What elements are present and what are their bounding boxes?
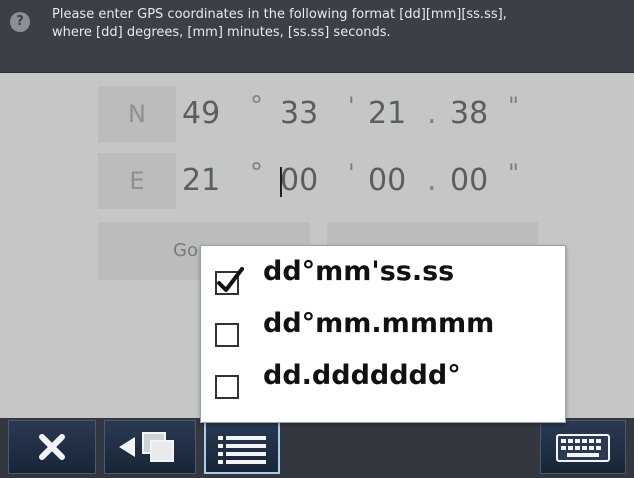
help-icon[interactable]: ? xyxy=(10,12,30,32)
format-option-label: dd°mm.mmmm xyxy=(263,308,495,339)
north-hemisphere-button[interactable]: N xyxy=(98,86,176,142)
keyboard-icon xyxy=(556,434,610,462)
second-symbol: " xyxy=(508,159,520,187)
instruction-line-2: where [dd] degrees, [mm] minutes, [ss.ss… xyxy=(52,25,391,40)
north-hundredths-field[interactable]: 38 xyxy=(450,86,488,142)
east-coordinate-fields: 21 ° 00 ' 00 . 00 " xyxy=(182,153,538,209)
format-checkbox[interactable] xyxy=(215,323,239,347)
decimal-point: . xyxy=(427,96,437,131)
coordinate-format-menu: dd°mm'ss.ss dd°mm.mmmm dd.ddddddd° xyxy=(200,245,566,423)
north-coordinate-fields: 49 ° 33 ' 21 . 38 " xyxy=(182,86,538,142)
instruction-header: ? Please enter GPS coordinates in the fo… xyxy=(0,0,634,73)
format-option-label: dd°mm'ss.ss xyxy=(263,256,455,287)
east-coordinate-row: E 21 ° 00 ' 00 . 00 " xyxy=(98,153,538,209)
checkmark-icon xyxy=(217,267,244,292)
close-button[interactable] xyxy=(8,420,96,474)
format-option-label: dd.ddddddd° xyxy=(263,360,461,391)
decimal-point: . xyxy=(427,163,437,198)
format-list-button[interactable] xyxy=(204,420,280,474)
north-coordinate-row: N 49 ° 33 ' 21 . 38 " xyxy=(98,86,538,142)
format-option-dm[interactable]: dd°mm.mmmm xyxy=(201,308,567,360)
gps-coordinate-screen: ? Please enter GPS coordinates in the fo… xyxy=(0,0,634,478)
text-cursor xyxy=(280,167,282,197)
back-windows-icon xyxy=(119,432,174,462)
format-checkbox[interactable] xyxy=(215,375,239,399)
minute-symbol: ' xyxy=(348,159,355,187)
minute-symbol: ' xyxy=(348,92,355,120)
north-degrees-field[interactable]: 49 xyxy=(182,86,220,142)
north-minutes-field[interactable]: 33 xyxy=(280,86,318,142)
east-hemisphere-button[interactable]: E xyxy=(98,153,176,209)
east-degrees-field[interactable]: 21 xyxy=(182,153,220,209)
instruction-line-1: Please enter GPS coordinates in the foll… xyxy=(52,7,507,22)
second-symbol: " xyxy=(508,92,520,120)
bottom-toolbar xyxy=(0,418,634,478)
go-button-label: Go xyxy=(173,240,198,261)
list-icon xyxy=(218,436,266,464)
format-option-decimal[interactable]: dd.ddddddd° xyxy=(201,360,567,412)
east-minutes-field[interactable]: 00 xyxy=(280,153,318,209)
degree-symbol: ° xyxy=(250,91,263,121)
format-option-dms[interactable]: dd°mm'ss.ss xyxy=(201,256,567,308)
east-hundredths-field[interactable]: 00 xyxy=(450,153,488,209)
format-checkbox[interactable] xyxy=(215,267,244,295)
north-seconds-field[interactable]: 21 xyxy=(368,86,406,142)
east-seconds-field[interactable]: 00 xyxy=(368,153,406,209)
close-icon xyxy=(39,434,65,460)
instruction-text: Please enter GPS coordinates in the foll… xyxy=(52,6,622,42)
degree-symbol: ° xyxy=(250,158,263,188)
keyboard-button[interactable] xyxy=(540,420,626,474)
back-button[interactable] xyxy=(104,420,196,474)
